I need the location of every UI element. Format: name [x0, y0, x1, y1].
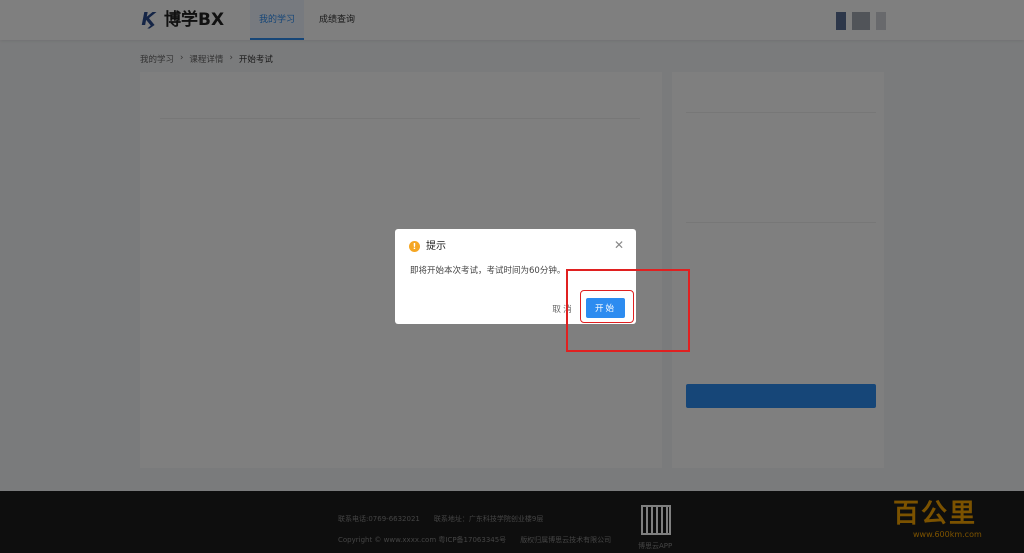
dialog-message: 即将开始本次考试，考试时间为60分钟。: [410, 266, 566, 276]
dialog-title: 提示: [426, 241, 446, 252]
highlight-box-outer: [566, 269, 690, 352]
warning-icon: !: [409, 241, 420, 252]
close-icon[interactable]: ✕: [613, 239, 625, 251]
